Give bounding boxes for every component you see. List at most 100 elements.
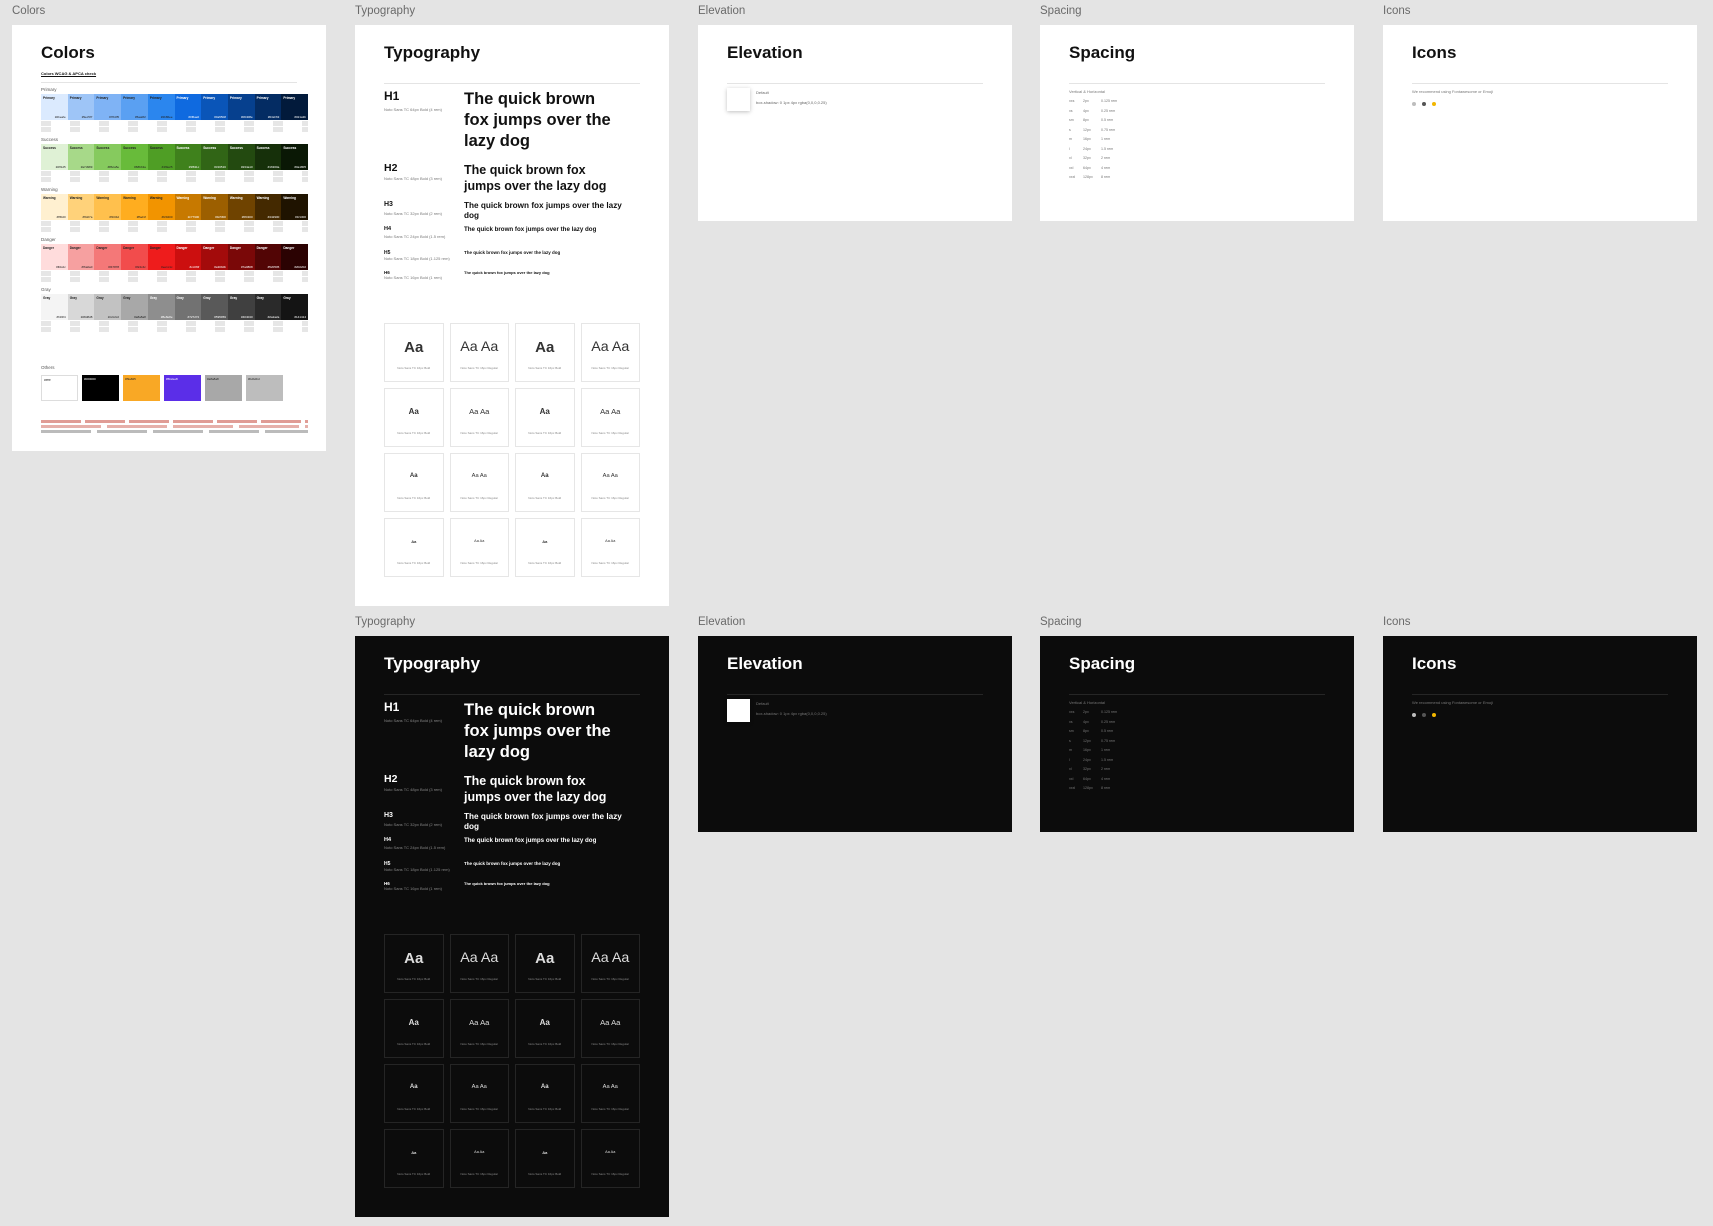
icons-frame[interactable]: Icons We recommend using Fontawesome or …: [1383, 25, 1697, 221]
color-swatch[interactable]: Gray #8e8e8e: [147, 294, 175, 320]
color-swatch[interactable]: Warning #f29400: [147, 194, 175, 220]
divider: [384, 83, 640, 84]
frame-label-spacing[interactable]: Spacing: [1040, 5, 1082, 17]
spacing-row: xs 4px 0.25 rem: [1069, 107, 1117, 117]
other-swatch[interactable]: #000000: [82, 375, 119, 401]
spacing-frame[interactable]: Spacing Vertical & Horizontal xxs 2px 0.12…: [1040, 25, 1354, 221]
color-swatch[interactable]: Danger #7a0808: [227, 244, 255, 270]
color-swatch[interactable]: Gray #f4f4f4: [41, 294, 68, 320]
swatch-hex: #ffc04d: [109, 215, 120, 219]
color-swatch[interactable]: Primary #2b86ee: [147, 94, 175, 120]
color-swatch[interactable]: Warning #9c5f00: [201, 194, 228, 220]
spacing-rem: 1 rem: [1101, 137, 1111, 141]
type-card: Aa Noto Sans TC 16px Bold: [384, 323, 444, 382]
frame-label-elevation[interactable]: Elevation: [698, 5, 745, 17]
color-swatch[interactable]: Success #86ca5e: [94, 144, 122, 170]
color-swatch[interactable]: Primary #042c63: [254, 94, 282, 120]
spacing-frame-dark[interactable]: Spacing Vertical & Horizontal xxs 2px 0.12…: [1040, 636, 1354, 832]
spacing-px: 32px: [1083, 767, 1091, 771]
color-swatch[interactable]: Danger #cc0f0f: [174, 244, 202, 270]
type-card: Aa Noto Sans TC 16px Bold: [515, 934, 575, 993]
other-swatch[interactable]: #bdbdbd: [246, 375, 283, 401]
color-swatch[interactable]: Warning #c77900: [174, 194, 202, 220]
contrast-row: [41, 171, 308, 176]
color-swatch[interactable]: Primary #021a3b: [281, 94, 309, 120]
swatch-name: Gray: [203, 296, 211, 300]
other-swatch[interactable]: #ffffff: [41, 375, 78, 401]
color-swatch[interactable]: Danger #2b0202: [281, 244, 309, 270]
color-swatch[interactable]: Success #234a10: [227, 144, 255, 170]
icon-sample-dot: [1432, 102, 1436, 106]
color-swatch[interactable]: Danger #ee1c1c: [147, 244, 175, 270]
color-swatch[interactable]: Danger #ffdcdc: [41, 244, 68, 270]
color-swatch[interactable]: Success #4f9e25: [147, 144, 175, 170]
other-swatch[interactable]: #a8a8a8: [205, 375, 242, 401]
color-swatch[interactable]: Warning #6f4300: [227, 194, 255, 220]
swatch-hex: #f6a0a0: [81, 265, 93, 269]
color-swatch[interactable]: Gray #2a2a2a: [254, 294, 282, 320]
frame-label-typography-dark[interactable]: Typography: [355, 616, 415, 628]
other-swatch[interactable]: #5b2ee8: [164, 375, 201, 401]
swatch-hex: #5aa0f2: [134, 115, 146, 119]
color-swatch[interactable]: Warning #ffc04d: [94, 194, 122, 220]
color-swatch[interactable]: Primary #0f6ae0: [174, 94, 202, 120]
color-swatch[interactable]: Warning #ffad1f: [121, 194, 148, 220]
icons-frame-dark[interactable]: Icons We recommend using Fontawesome or …: [1383, 636, 1697, 832]
color-swatch[interactable]: Gray #595959: [201, 294, 228, 320]
color-swatch[interactable]: Primary #5aa0f2: [121, 94, 148, 120]
color-swatch[interactable]: Primary #9ec5f7: [67, 94, 95, 120]
frame-label-icons-dark[interactable]: Icons: [1383, 616, 1411, 628]
color-swatch[interactable]: Danger #a30b0b: [201, 244, 228, 270]
elevation-frame[interactable]: Elevation Default box-shadow: 0 1px 4px …: [698, 25, 1012, 221]
type-glyph: Aa Aa: [605, 539, 616, 543]
frame-label-typography[interactable]: Typography: [355, 5, 415, 17]
color-swatch[interactable]: Success #a7d989: [67, 144, 95, 170]
spacing-row: xl 32px 2 rem: [1069, 765, 1117, 775]
type-meta: Noto Sans TC 16px Bold: [528, 1042, 562, 1046]
color-swatch[interactable]: Danger #f47878: [94, 244, 122, 270]
color-swatch[interactable]: Success #68bb3a: [121, 144, 148, 170]
frame-label-spacing-dark[interactable]: Spacing: [1040, 616, 1082, 628]
color-swatch[interactable]: Danger #f6a0a0: [67, 244, 95, 270]
color-swatch[interactable]: Warning #1f1300: [281, 194, 309, 220]
typography-frame[interactable]: Typography H1 Noto Sans TC 64px Bold (4 r…: [355, 25, 669, 606]
swatch-name: Danger: [96, 246, 108, 250]
frame-label-icons[interactable]: Icons: [1383, 5, 1411, 17]
colors-frame[interactable]: Colors Colors WCAG & APCA check Primary P…: [12, 25, 326, 451]
type-glyph: Aa Aa: [469, 1018, 490, 1027]
color-swatch[interactable]: Primary #7fb3f5: [94, 94, 122, 120]
typography-frame-dark[interactable]: Typography H1 Noto Sans TC 64px Bold (4 r…: [355, 636, 669, 1217]
frame-label-elevation-dark[interactable]: Elevation: [698, 616, 745, 628]
color-swatch[interactable]: Primary #0a55b8: [201, 94, 228, 120]
color-swatch[interactable]: Success #3f811c: [174, 144, 202, 170]
color-swatch[interactable]: Gray #404040: [227, 294, 255, 320]
color-swatch[interactable]: Danger #f24c4c: [121, 244, 148, 270]
color-swatch[interactable]: Primary #06408e: [227, 94, 255, 120]
color-swatch[interactable]: Success #0a1805: [281, 144, 309, 170]
color-swatch[interactable]: Gray #727272: [174, 294, 202, 320]
group-label: Warning: [41, 187, 58, 192]
elevation-frame-dark[interactable]: Elevation Default box-shadow: 0 1px 4px …: [698, 636, 1012, 832]
frame-label-colors[interactable]: Colors: [12, 5, 45, 17]
color-swatch[interactable]: Gray #c2c2c2: [94, 294, 122, 320]
swatch-name: Primary: [69, 96, 82, 100]
color-swatch[interactable]: Success #dff1d5: [41, 144, 68, 170]
swatch-hex: #f29400: [161, 215, 173, 219]
other-swatch[interactable]: #f9a825: [123, 375, 160, 401]
color-swatch[interactable]: Warning #fff0d0: [41, 194, 68, 220]
color-swatch[interactable]: Warning #ffd27a: [67, 194, 95, 220]
color-swatch[interactable]: Warning #442900: [254, 194, 282, 220]
spacing-row: xs 4px 0.25 rem: [1069, 718, 1117, 728]
color-swatch[interactable]: Danger #520505: [254, 244, 282, 270]
color-swatch[interactable]: Gray #d8d8d8: [67, 294, 95, 320]
color-swatch[interactable]: Success #16300a: [254, 144, 282, 170]
color-swatch[interactable]: Gray #a8a8a8: [121, 294, 148, 320]
color-swatch[interactable]: Primary #dbeafe: [41, 94, 68, 120]
color-swatch[interactable]: Success #316516: [201, 144, 228, 170]
color-swatch[interactable]: Gray #141414: [281, 294, 309, 320]
swatch-name: Danger: [229, 246, 241, 250]
color-group: Gray Gray #f4f4f4 Gray #d8d8d8 Gray #c2c2c2 Gra…: [41, 285, 309, 332]
divider: [1069, 83, 1325, 84]
spacing-rem: 1.5 rem: [1101, 757, 1114, 762]
swatch-hex: #68bb3a: [134, 165, 146, 169]
